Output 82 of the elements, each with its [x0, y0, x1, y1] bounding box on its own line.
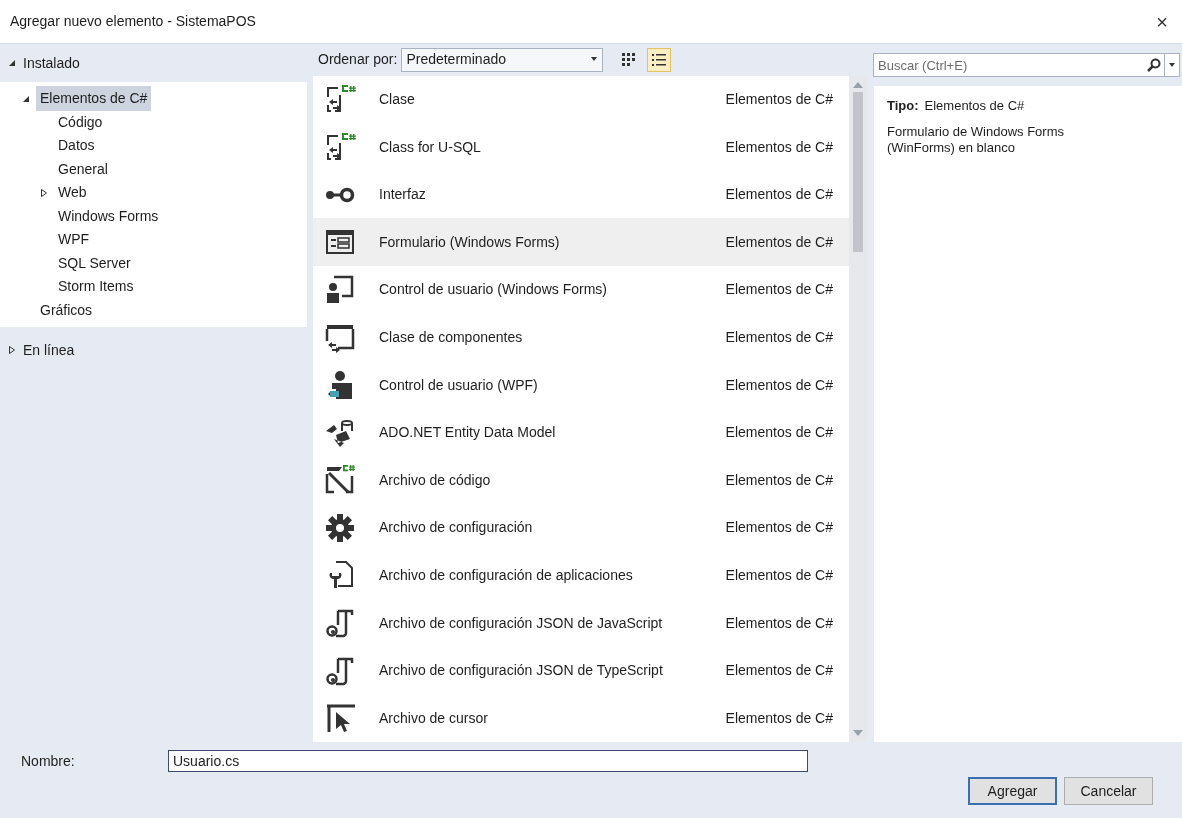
- template-name: Archivo de código: [379, 470, 492, 490]
- template-row[interactable]: Archivo de configuración JSON de TypeScript Elementos de C#: [313, 646, 849, 695]
- name-field[interactable]: Usuario.cs: [168, 750, 808, 772]
- template-category: Elementos de C#: [725, 423, 833, 443]
- sort-dropdown[interactable]: Predeterminado: [401, 47, 604, 72]
- search-button[interactable]: [1144, 53, 1164, 77]
- template-category: Elementos de C#: [725, 518, 833, 538]
- template-category: Elementos de C#: [725, 375, 833, 395]
- expand-arrow-icon[interactable]: [8, 346, 16, 354]
- window-title: Agregar nuevo elemento - SistemaPOS: [10, 12, 256, 31]
- caret-icon: [1167, 62, 1177, 68]
- template-category: Elementos de C#: [725, 90, 833, 109]
- template-name: Control de usuario (Windows Forms): [379, 280, 608, 300]
- template-category: Elementos de C#: [725, 661, 833, 681]
- template-category: Elementos de C#: [725, 565, 833, 585]
- scrollbar[interactable]: [849, 75, 867, 742]
- template-category: Elementos de C#: [725, 470, 833, 490]
- template-name: Archivo de configuración de aplicaciones: [379, 565, 634, 585]
- search-icon: [1147, 58, 1161, 72]
- template-name: ADO.NET Entity Data Model: [379, 423, 557, 443]
- template-row[interactable]: Interfaz Elementos de C#: [313, 170, 849, 219]
- caret-icon: [590, 57, 599, 63]
- template-row[interactable]: Clase Elementos de C#: [313, 75, 849, 124]
- template-category: Elementos de C#: [725, 137, 833, 157]
- template-category: Elementos de C#: [725, 232, 833, 252]
- add-button[interactable]: Agregar: [968, 777, 1057, 805]
- name-label: Nombre:: [21, 751, 76, 771]
- template-name: Clase: [379, 90, 416, 109]
- template-category: Elementos de C#: [725, 327, 833, 347]
- template-category: Elementos de C#: [725, 280, 833, 300]
- template-category: Elementos de C#: [725, 613, 833, 633]
- tree-item[interactable]: Windows Forms: [54, 203, 163, 229]
- search-options-button[interactable]: [1164, 53, 1180, 77]
- tree-item[interactable]: SQL Server: [54, 250, 135, 276]
- scrollbar-thumb[interactable]: [853, 91, 863, 252]
- collapse-arrow-icon[interactable]: [22, 94, 30, 103]
- template-row[interactable]: Archivo de configuración Elementos de C#: [313, 504, 849, 552]
- template-name: Interfaz: [379, 185, 427, 205]
- tree-item[interactable]: Storm Items: [54, 274, 138, 300]
- template-row[interactable]: Archivo de código Elementos de C#: [313, 456, 849, 505]
- expand-arrow-icon[interactable]: [40, 188, 48, 197]
- template-row[interactable]: Archivo de configuración JSON de JavaScript Elementos de C#: [313, 599, 849, 647]
- template-row[interactable]: Archivo de cursor Elementos de C#: [313, 694, 849, 742]
- cancel-button[interactable]: Cancelar: [1064, 777, 1153, 805]
- close-button[interactable]: ×: [1152, 11, 1172, 32]
- template-name: Class for U-SQL: [379, 137, 482, 157]
- template-name: Archivo de cursor: [379, 708, 489, 728]
- description-text: Formulario de Windows Forms (WinForms) en blanco: [887, 123, 1065, 158]
- sort-label: Ordenar por:: [318, 50, 398, 70]
- search-field[interactable]: Buscar (Ctrl+E): [873, 53, 1144, 77]
- template-category: Elementos de C#: [725, 185, 833, 205]
- template-category: Elementos de C#: [725, 708, 833, 728]
- template-row[interactable]: Class for U-SQL Elementos de C#: [313, 123, 849, 171]
- template-name: Control de usuario (WPF): [379, 375, 539, 395]
- template-row[interactable]: Formulario (Windows Forms) Elementos de C#: [313, 218, 849, 267]
- template-row[interactable]: ADO.NET Entity Data Model Elementos de C#: [313, 408, 849, 457]
- list-view-button[interactable]: [647, 47, 672, 72]
- user-control-icon: [324, 273, 356, 306]
- template-name: Archivo de configuración JSON de JavaScript: [379, 613, 664, 633]
- type-value: Elementos de C#: [924, 97, 1025, 115]
- template-name: Archivo de configuración JSON de TypeScript: [379, 661, 664, 681]
- collapse-arrow-icon[interactable]: [8, 59, 16, 67]
- template-row[interactable]: Control de usuario (WPF) Elementos de C#: [313, 361, 849, 409]
- tree-item[interactable]: Datos: [54, 133, 99, 159]
- template-name: Clase de componentes: [379, 327, 524, 347]
- tree-item[interactable]: WPF: [54, 227, 94, 253]
- tree-item[interactable]: Instalado: [23, 52, 80, 74]
- template-row[interactable]: Clase de componentes Elementos de C#: [313, 313, 849, 362]
- tree-item[interactable]: En línea: [23, 339, 75, 361]
- template-row[interactable]: Archivo de configuración de aplicaciones Elementos de C#: [313, 551, 849, 600]
- json-file-icon: [324, 607, 356, 639]
- tree-item[interactable]: General: [54, 156, 112, 182]
- tree-item[interactable]: Elementos de C#: [36, 86, 152, 112]
- cursor-icon: [324, 702, 356, 735]
- tree-item[interactable]: Código: [54, 109, 107, 135]
- template-name: Archivo de configuración: [379, 518, 534, 538]
- template-name: Formulario (Windows Forms): [379, 232, 561, 252]
- template-row[interactable]: Control de usuario (Windows Forms) Elementos de C#: [313, 266, 849, 314]
- tree-item[interactable]: Web: [54, 180, 91, 206]
- type-label: Tipo:: [887, 97, 919, 115]
- gear-icon: [324, 511, 356, 544]
- tree-item[interactable]: Gráficos: [36, 297, 97, 323]
